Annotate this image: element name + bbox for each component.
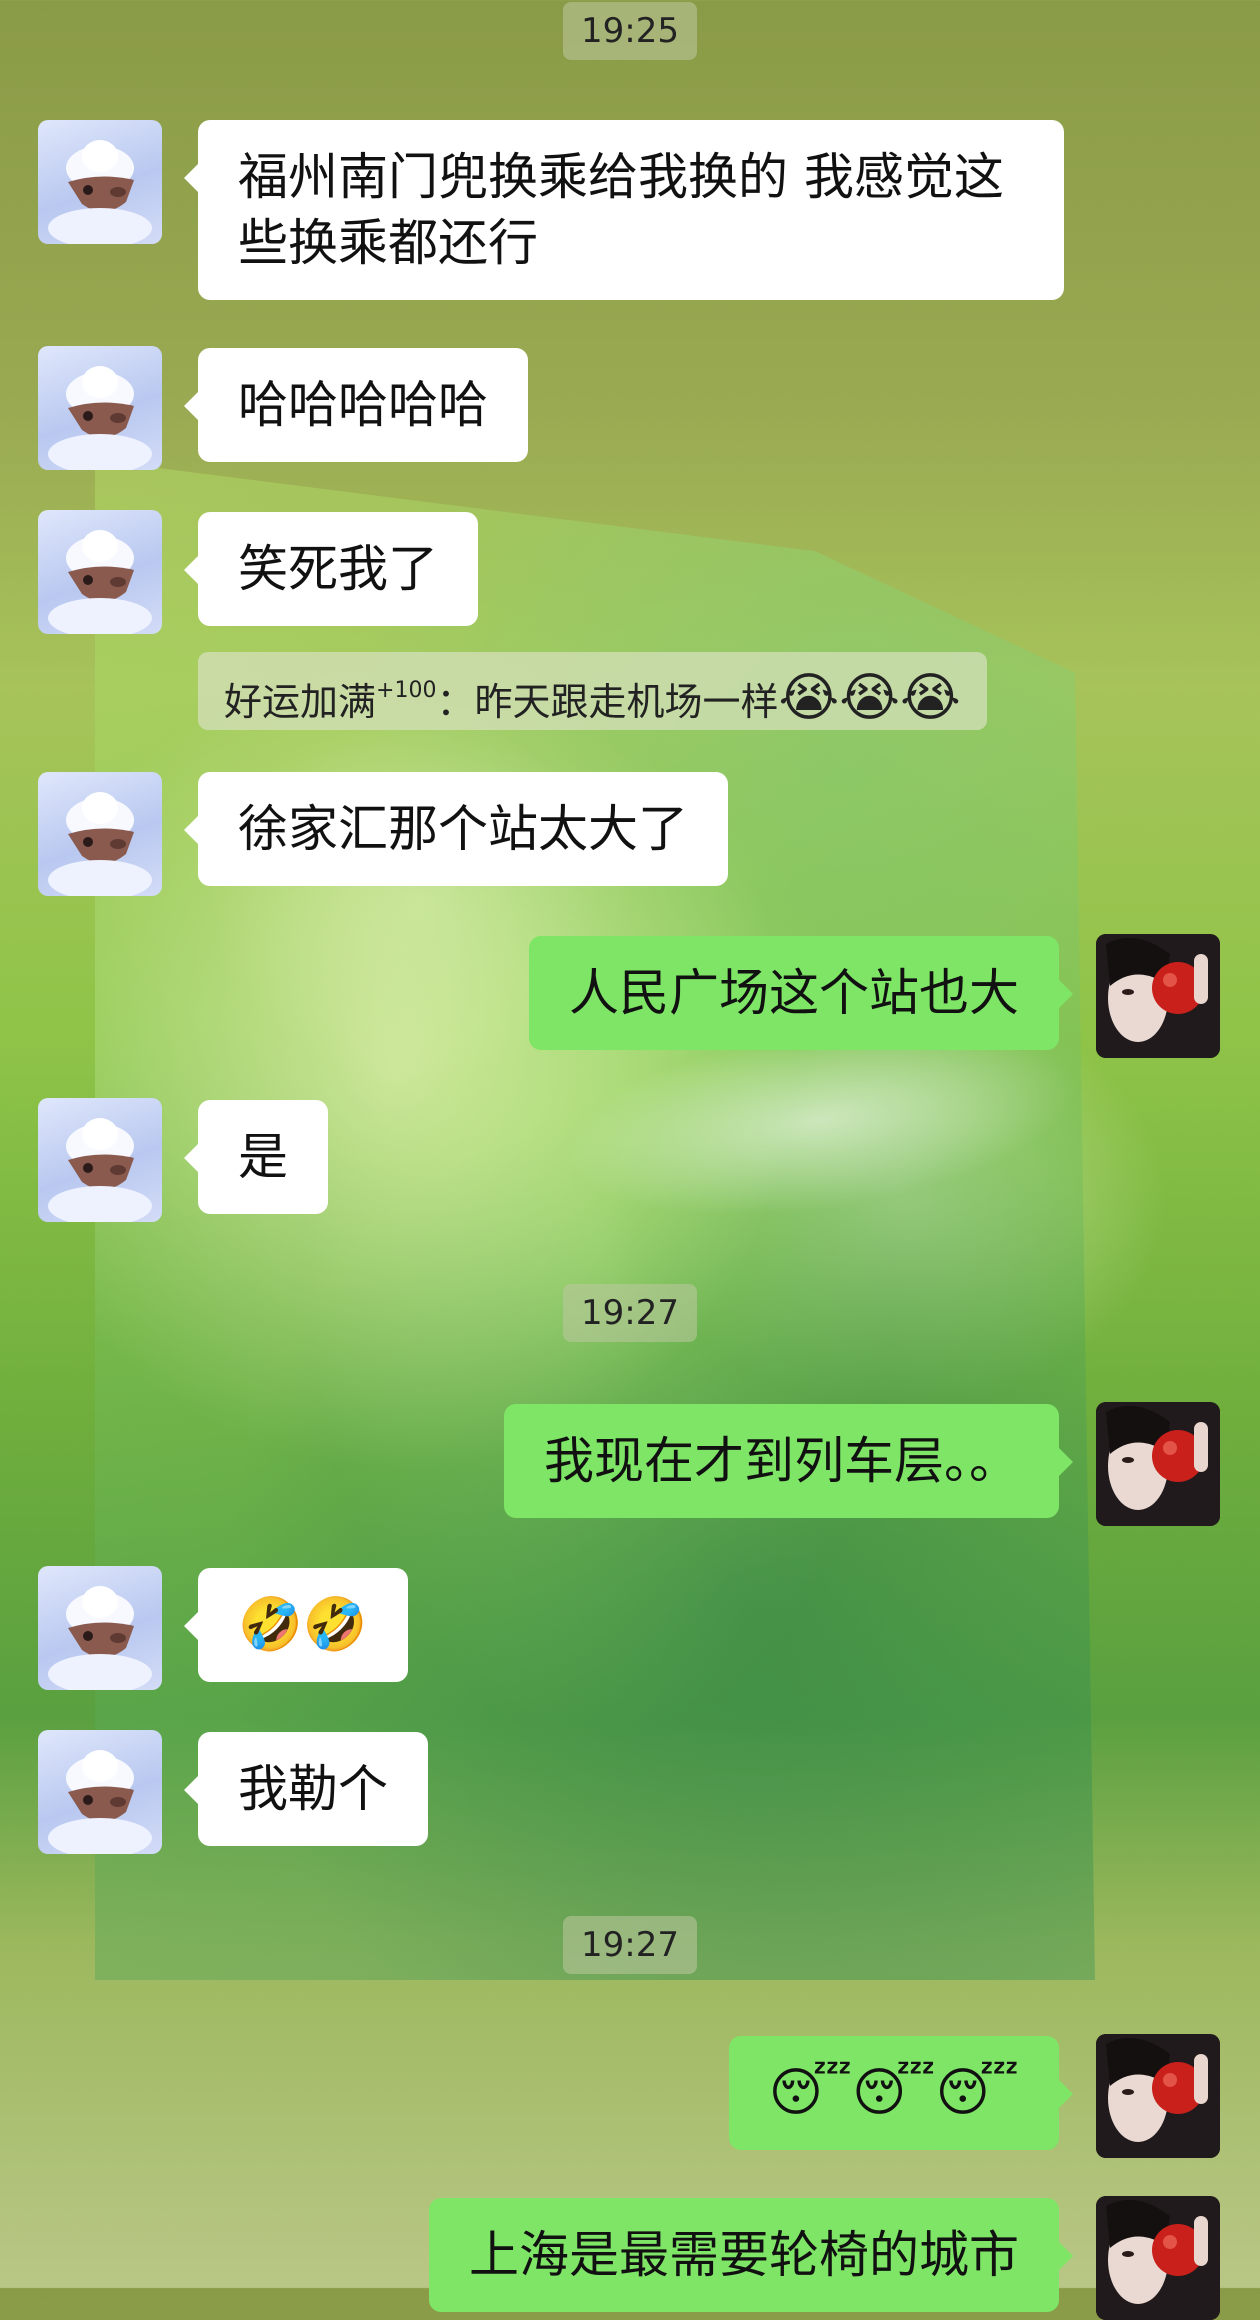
self-avatar[interactable] — [1096, 2034, 1220, 2158]
sleeping-emoji: 😴😴😴 — [768, 2063, 1019, 2123]
rofl-emoji: 🤣🤣 — [238, 1595, 368, 1655]
deer-avatar-icon — [48, 530, 152, 634]
quote-sender: 好运加满 — [224, 680, 377, 724]
deer-avatar-icon — [48, 1586, 152, 1690]
outgoing-message[interactable]: 我现在才到列车层。。 — [504, 1404, 1073, 1518]
girl-with-apple-avatar-icon — [1096, 934, 1220, 1058]
incoming-message[interactable]: 笑死我了 — [184, 512, 478, 626]
girl-with-apple-avatar-icon — [1096, 1402, 1220, 1526]
self-avatar[interactable] — [1096, 1402, 1220, 1526]
contact-avatar[interactable] — [38, 120, 162, 244]
crying-emoji: 😭😭😭 — [778, 668, 961, 728]
incoming-message[interactable]: 🤣🤣 — [184, 1568, 408, 1682]
contact-avatar[interactable] — [38, 1730, 162, 1854]
outgoing-message[interactable]: 上海是最需要轮椅的城市 — [429, 2198, 1073, 2312]
contact-avatar[interactable] — [38, 346, 162, 470]
self-avatar[interactable] — [1096, 934, 1220, 1058]
outgoing-message[interactable]: 人民广场这个站也大 — [529, 936, 1073, 1050]
deer-avatar-icon — [48, 140, 152, 244]
incoming-message[interactable]: 徐家汇那个站太大了 — [184, 772, 728, 886]
outgoing-message[interactable]: 😴😴😴 — [728, 2036, 1074, 2150]
deer-avatar-icon — [48, 1750, 152, 1854]
contact-avatar[interactable] — [38, 1566, 162, 1690]
girl-with-apple-avatar-icon — [1096, 2034, 1220, 2158]
contact-avatar[interactable] — [38, 772, 162, 896]
quote-badge: +100 — [376, 678, 437, 703]
incoming-message[interactable]: 我勒个 — [184, 1732, 428, 1846]
incoming-message[interactable]: 哈哈哈哈哈 — [184, 348, 528, 462]
deer-avatar-icon — [48, 366, 152, 470]
timestamp: 19:25 — [0, 2, 1260, 60]
timestamp: 19:27 — [0, 1916, 1260, 1974]
contact-avatar[interactable] — [38, 1098, 162, 1222]
quoted-reply[interactable]: 好运加满+100：昨天跟走机场一样😭😭😭 — [198, 652, 987, 730]
contact-avatar[interactable] — [38, 510, 162, 634]
self-avatar[interactable] — [1096, 2196, 1220, 2320]
timestamp: 19:27 — [0, 1284, 1260, 1342]
deer-avatar-icon — [48, 1118, 152, 1222]
girl-with-apple-avatar-icon — [1096, 2196, 1220, 2320]
quote-separator: ： — [436, 680, 475, 724]
incoming-message[interactable]: 是 — [184, 1100, 328, 1214]
incoming-message[interactable]: 福州南门兜换乘给我换的 我感觉这些换乘都还行 — [184, 120, 1064, 300]
deer-avatar-icon — [48, 792, 152, 896]
quote-text: 昨天跟走机场一样 — [474, 680, 779, 724]
